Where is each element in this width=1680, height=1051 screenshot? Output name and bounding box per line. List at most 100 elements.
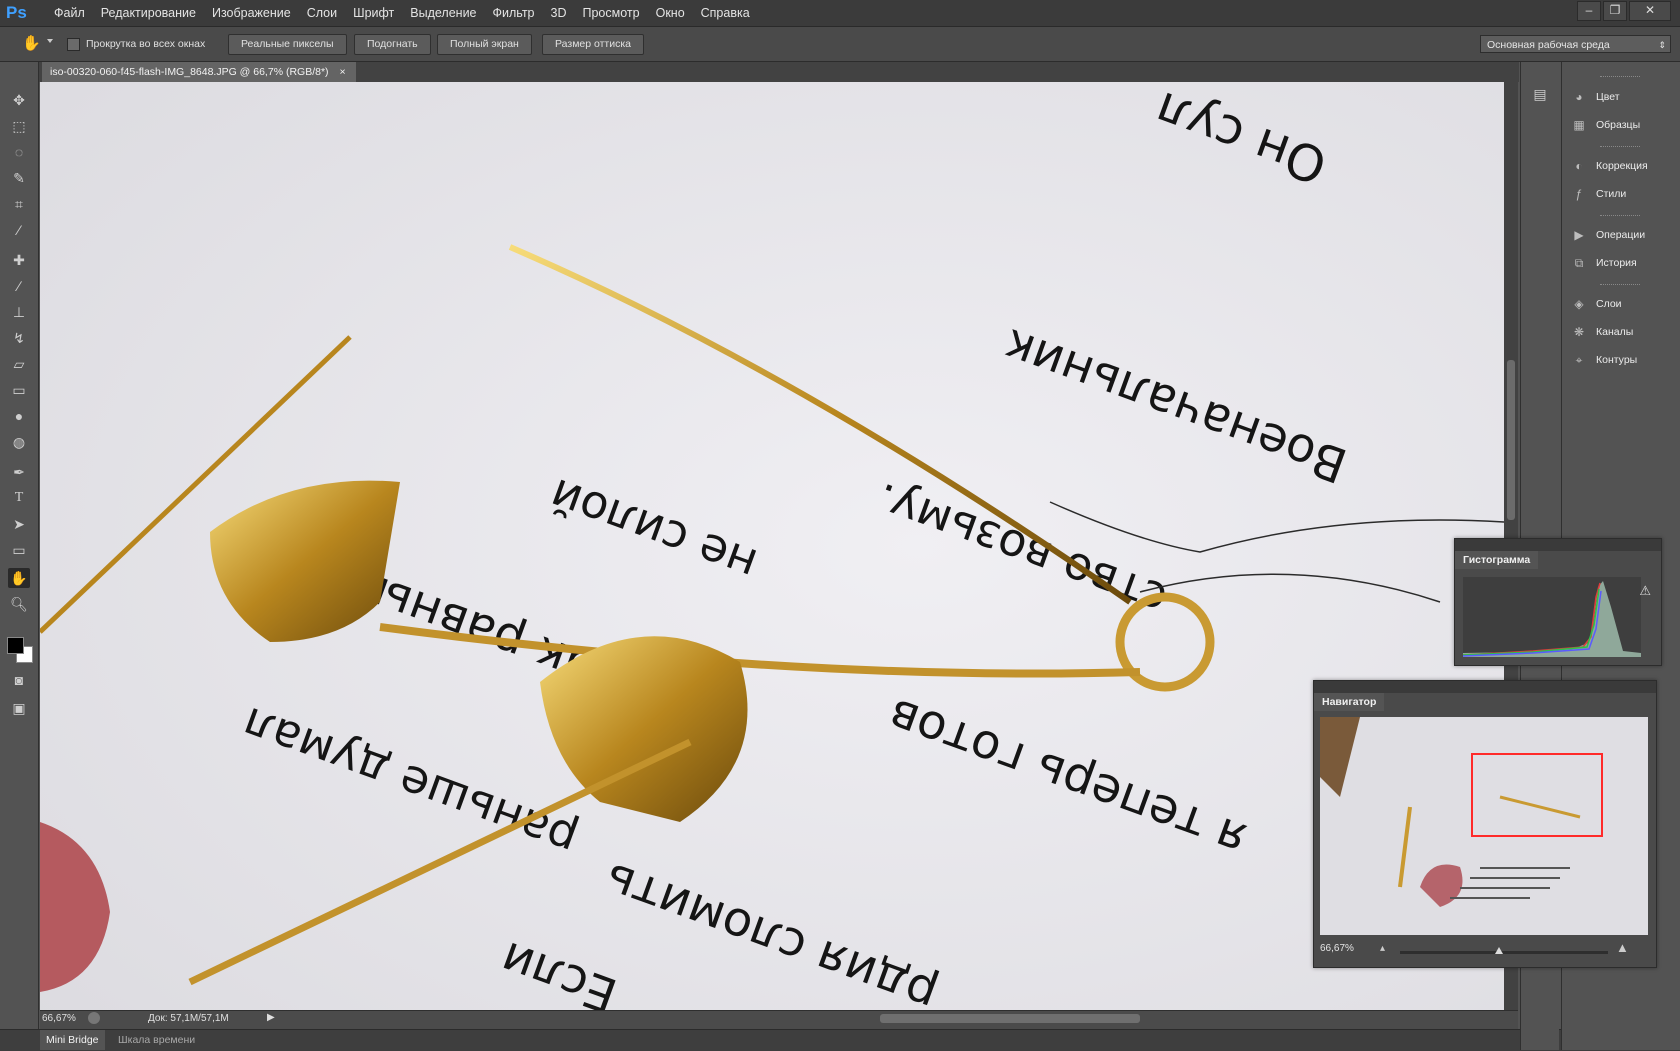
dock-separator xyxy=(1600,146,1640,149)
menu-select[interactable]: Выделение xyxy=(402,0,484,26)
document-canvas[interactable]: Он сул Военачальник ство возьму. не сило… xyxy=(40,82,1504,1010)
eraser-tool-icon[interactable]: ▱ xyxy=(8,354,30,374)
tab-timeline[interactable]: Шкала времени xyxy=(112,1030,201,1050)
quick-mask-icon[interactable]: ◙ xyxy=(8,670,30,690)
blur-tool-icon[interactable]: ● xyxy=(8,406,30,426)
gradient-tool-icon[interactable]: ▭ xyxy=(8,380,30,400)
restore-button[interactable]: ❐ xyxy=(1603,1,1627,21)
dock-label: История xyxy=(1596,257,1637,269)
hand-tool-preset-icon[interactable]: ✋ xyxy=(22,34,42,54)
tab-mini-bridge[interactable]: Mini Bridge xyxy=(40,1030,105,1050)
marquee-tool-icon[interactable]: ⬚ xyxy=(8,116,30,136)
dock-label: Операции xyxy=(1596,229,1646,241)
navigator-zoom-slider[interactable] xyxy=(1400,951,1608,954)
adjust-icon: ◐ xyxy=(1575,159,1583,173)
close-tab-icon[interactable]: × xyxy=(339,66,345,78)
menu-file[interactable]: Файл xyxy=(46,0,93,26)
dock-item-actions[interactable]: ▶ Операции xyxy=(1571,224,1645,246)
dock-item-styles[interactable]: ƒ Стили xyxy=(1571,183,1627,205)
lasso-tool-icon[interactable]: ◌ xyxy=(8,142,30,162)
dock-item-paths[interactable]: ⌖ Контуры xyxy=(1571,349,1638,371)
screen-mode-icon[interactable]: ▣ xyxy=(8,698,30,718)
dock-item-channels[interactable]: ❋ Каналы xyxy=(1571,321,1633,343)
scroll-all-checkbox[interactable] xyxy=(67,37,80,51)
navigator-slider-handle[interactable] xyxy=(1495,947,1503,954)
histogram-panel: Гистограмма ⚠ xyxy=(1454,538,1662,666)
grid-icon: ▦ xyxy=(1573,118,1585,132)
dock-label: Каналы xyxy=(1596,326,1634,338)
zoom-out-icon[interactable]: ▴ xyxy=(1380,943,1385,954)
foreground-color-swatch[interactable] xyxy=(7,637,24,654)
document-title: iso-00320-060-f45-flash-IMG_8648.JPG @ 6… xyxy=(50,66,329,78)
dock-label: Слои xyxy=(1596,298,1622,310)
dock-label: Цвет xyxy=(1596,91,1620,103)
dock-label: Образцы xyxy=(1596,119,1641,131)
palette-icon: ◕ xyxy=(1575,90,1583,104)
close-window-button[interactable]: ✕ xyxy=(1629,1,1671,21)
crop-tool-icon[interactable]: ⌗ xyxy=(8,194,30,214)
dock-label: Стили xyxy=(1596,188,1627,200)
hand-tool-icon[interactable]: ✋ xyxy=(8,568,30,588)
pen-tool-icon[interactable]: ✒ xyxy=(8,462,30,482)
preset-dropdown-icon[interactable] xyxy=(47,39,53,43)
fit-screen-button[interactable]: Подогнать xyxy=(354,34,431,55)
rectangle-tool-icon[interactable]: ▭ xyxy=(8,540,30,560)
histogram-panel-header[interactable] xyxy=(1455,539,1661,551)
layers-icon: ◈ xyxy=(1574,297,1584,311)
move-tool-icon[interactable]: ✥ xyxy=(8,90,30,110)
brush-tool-icon[interactable]: ∕ xyxy=(8,276,30,296)
navigator-zoom[interactable]: 66,67% xyxy=(1320,943,1354,954)
dock-separator xyxy=(1600,284,1640,287)
status-menu-arrow-icon[interactable]: ▶ xyxy=(267,1012,275,1023)
full-screen-button[interactable]: Полный экран xyxy=(437,34,532,55)
clone-stamp-tool-icon[interactable]: ⊥ xyxy=(8,302,30,322)
print-size-button[interactable]: Размер оттиска xyxy=(542,34,645,55)
menu-edit[interactable]: Редактирование xyxy=(93,0,204,26)
photoshop-logo: Ps xyxy=(6,3,27,22)
dock-item-history[interactable]: ⧉ История xyxy=(1571,252,1637,274)
dock-label: Коррекция xyxy=(1596,160,1648,172)
histogram-tab[interactable]: Гистограмма xyxy=(1455,551,1539,569)
workspace-label: Основная рабочая среда xyxy=(1487,39,1610,51)
type-tool-icon[interactable]: T xyxy=(8,488,30,508)
properties-icon[interactable]: ▤ xyxy=(1531,86,1549,104)
vertical-scroll-thumb[interactable] xyxy=(1507,360,1515,520)
scroll-all-label: Прокрутка во всех окнах xyxy=(86,38,206,50)
dock-item-adjustments[interactable]: ◐ Коррекция xyxy=(1571,155,1648,177)
eyedropper-tool-icon[interactable]: ⁄ xyxy=(8,220,30,240)
navigator-panel-header[interactable] xyxy=(1314,681,1656,693)
menu-filter[interactable]: Фильтр xyxy=(485,0,543,26)
quick-select-tool-icon[interactable]: ✎ xyxy=(8,168,30,188)
menu-3d[interactable]: 3D xyxy=(543,0,575,26)
dock-separator xyxy=(1600,76,1640,79)
menu-view[interactable]: Просмотр xyxy=(575,0,648,26)
document-tab[interactable]: iso-00320-060-f45-flash-IMG_8648.JPG @ 6… xyxy=(42,62,356,82)
bottom-panel-tabs xyxy=(0,1029,1680,1051)
history-brush-tool-icon[interactable]: ↯ xyxy=(8,328,30,348)
dodge-tool-icon[interactable]: ◍ xyxy=(8,432,30,452)
zoom-level[interactable]: 66,67% xyxy=(42,1013,76,1024)
warning-icon[interactable]: ⚠ xyxy=(1639,583,1651,599)
dock-item-layers[interactable]: ◈ Слои xyxy=(1571,293,1622,315)
zoom-tool-icon[interactable]: 🔍︎ xyxy=(8,594,30,614)
healing-brush-tool-icon[interactable]: ✚ xyxy=(8,250,30,270)
status-info-icon[interactable] xyxy=(88,1012,100,1024)
dock-item-swatches[interactable]: ▦ Образцы xyxy=(1571,114,1640,136)
navigator-tab[interactable]: Навигатор xyxy=(1314,693,1385,711)
horizontal-scroll-thumb[interactable] xyxy=(880,1014,1140,1023)
navigator-panel: Навигатор 66,67% ▴ ▲ xyxy=(1313,680,1657,968)
actual-pixels-button[interactable]: Реальные пикселы xyxy=(228,34,347,55)
menu-layers[interactable]: Слои xyxy=(299,0,345,26)
histogram-chart xyxy=(1462,581,1641,657)
workspace-select[interactable]: Основная рабочая среда ⇕ xyxy=(1480,35,1671,53)
navigator-thumbnail[interactable] xyxy=(1320,717,1648,935)
minimize-button[interactable]: ‒ xyxy=(1577,1,1601,21)
menu-type[interactable]: Шрифт xyxy=(345,0,402,26)
menu-window[interactable]: Окно xyxy=(648,0,693,26)
menu-help[interactable]: Справка xyxy=(693,0,758,26)
scroll-all-windows[interactable]: Прокрутка во всех окнах xyxy=(67,35,205,53)
menu-image[interactable]: Изображение xyxy=(204,0,299,26)
dock-item-color[interactable]: ◕ Цвет xyxy=(1571,86,1620,108)
path-select-tool-icon[interactable]: ➤ xyxy=(8,514,30,534)
zoom-in-icon[interactable]: ▲ xyxy=(1616,940,1629,955)
